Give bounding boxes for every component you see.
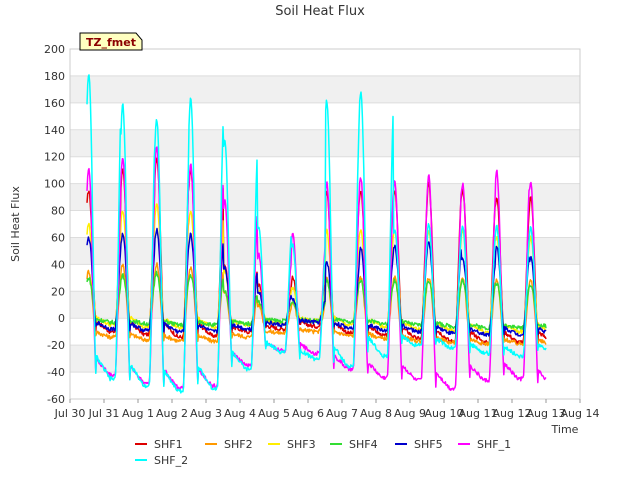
legend-label-shf-2: SHF_2 [154, 454, 188, 467]
legend-label-shf-1: SHF_1 [477, 438, 511, 451]
station-badge: TZ_fmet [79, 32, 143, 51]
y-tick-label: -60 [47, 393, 65, 406]
y-tick-label: 160 [44, 97, 65, 110]
y-tick-label: 140 [44, 124, 65, 137]
x-tick-label: Aug 4 [224, 407, 256, 420]
y-tick-label: 80 [51, 205, 65, 218]
y-axis-label: Soil Heat Flux [9, 186, 22, 262]
y-tick-label: -20 [47, 339, 65, 352]
chart-title: Soil Heat Flux [275, 4, 365, 19]
x-tick-label: Aug 7 [326, 407, 358, 420]
legend-label-shf4: SHF4 [349, 438, 378, 451]
y-tick-labels: -60 -40 -20 0 20 40 60 80 100 120 140 160 180 200 [44, 43, 65, 406]
y-tick-label: 100 [44, 178, 65, 191]
legend-label-shf5: SHF5 [414, 438, 443, 451]
x-tick-label: Aug 14 [561, 407, 600, 420]
x-tick-label: Aug 6 [292, 407, 324, 420]
y-tick-label: 20 [51, 285, 65, 298]
y-tick-label: 60 [51, 231, 65, 244]
x-tick-label: Jul 30 [54, 407, 86, 420]
x-tick-label: Aug 1 [122, 407, 154, 420]
soil-heat-flux-chart: Soil Heat Flux -60 -40 -20 0 20 40 60 80 100 120 1… [9, 4, 600, 467]
x-tick-label: Aug 2 [156, 407, 188, 420]
x-tick-label: Aug 5 [258, 407, 290, 420]
background-band [70, 75, 580, 103]
x-axis-label: Time [551, 423, 579, 436]
station-badge-label: TZ_fmet [86, 36, 136, 49]
x-tick-label: Aug 8 [360, 407, 392, 420]
x-tick-labels: Jul 30 Jul 31 Aug 1 Aug 2 Aug 3 Aug 4 Aug 5 Aug… [54, 399, 600, 420]
legend-label-shf1: SHF1 [154, 438, 183, 451]
x-tick-label: Aug 3 [190, 407, 222, 420]
y-tick-label: 120 [44, 151, 65, 164]
x-tick-label: Jul 31 [88, 407, 120, 420]
y-tick-label: 180 [44, 70, 65, 83]
y-tick-label: 0 [58, 312, 65, 325]
legend: SHF1 SHF2 SHF3 SHF4 SHF5 SHF_1 SHF_2 [135, 438, 511, 467]
y-tick-label: -40 [47, 366, 65, 379]
y-tick-label: 200 [44, 43, 65, 56]
legend-label-shf3: SHF3 [287, 438, 316, 451]
x-tick-label: Aug 9 [394, 407, 426, 420]
y-tick-label: 40 [51, 258, 65, 271]
legend-label-shf2: SHF2 [224, 438, 253, 451]
